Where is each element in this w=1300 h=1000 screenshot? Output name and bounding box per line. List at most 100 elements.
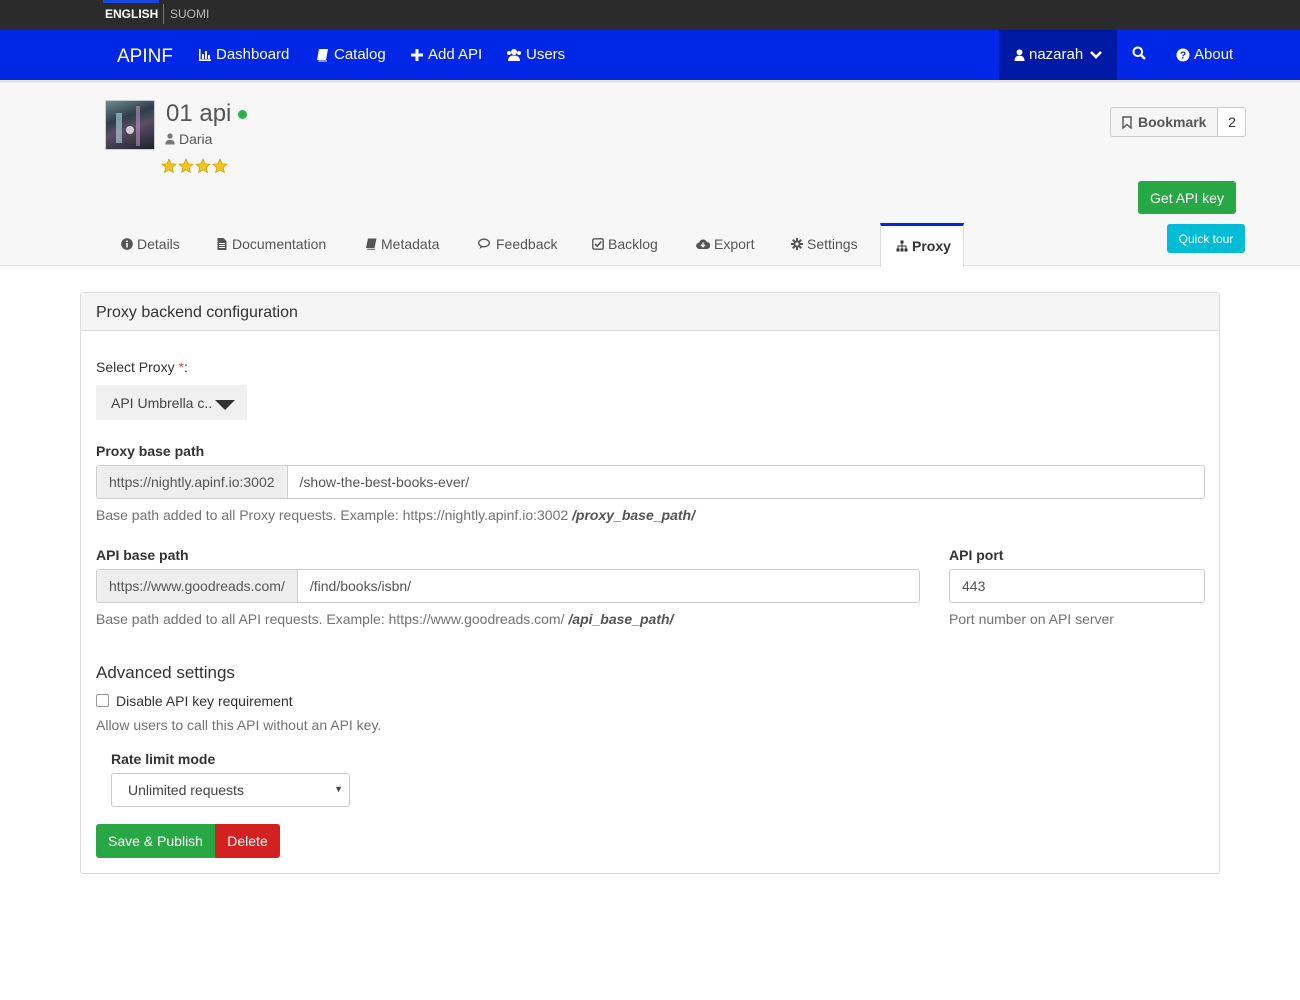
tab-backlog[interactable]: Backlog bbox=[592, 236, 658, 252]
question-circle-icon: ? bbox=[1176, 48, 1190, 61]
disable-api-key-help: Allow users to call this API without an … bbox=[96, 717, 382, 733]
api-base-path-prefix: https://www.goodreads.com/ bbox=[97, 570, 298, 602]
main-navbar: APINF Dashboard Catalog Add API Users na… bbox=[0, 30, 1300, 80]
proxy-base-path-prefix: https://nightly.apinf.io:3002 bbox=[97, 466, 288, 498]
api-owner: Daria bbox=[165, 131, 212, 147]
bookmark-count: 2 bbox=[1218, 108, 1246, 136]
api-base-path-input[interactable]: /find/books/isbn/ bbox=[297, 570, 919, 602]
plus-icon bbox=[411, 48, 423, 61]
book-icon bbox=[317, 48, 328, 61]
api-base-path-help: Base path added to all API requests. Exa… bbox=[96, 611, 674, 627]
tab-documentation[interactable]: Documentation bbox=[216, 236, 326, 252]
api-base-path-group: https://www.goodreads.com/ /find/books/i… bbox=[96, 569, 920, 603]
user-icon bbox=[165, 133, 175, 145]
api-port-input[interactable]: 443 bbox=[949, 569, 1205, 603]
star-icon[interactable] bbox=[212, 158, 228, 174]
tab-metadata[interactable]: Metadata bbox=[365, 236, 439, 252]
delete-button[interactable]: Delete bbox=[215, 824, 280, 858]
book-icon bbox=[366, 238, 377, 250]
user-menu-dropdown[interactable]: nazarah bbox=[999, 30, 1117, 80]
star-icon[interactable] bbox=[195, 158, 211, 174]
nav-add-api-label: Add API bbox=[428, 46, 483, 63]
api-owner-name: Daria bbox=[179, 131, 213, 147]
language-english-link[interactable]: ENGLISH bbox=[105, 7, 158, 21]
tab-details-label: Details bbox=[137, 236, 180, 252]
sitemap-icon bbox=[896, 240, 908, 252]
select-arrow-icon: ▼ bbox=[334, 784, 343, 794]
nav-catalog-label: Catalog bbox=[334, 46, 386, 63]
tab-feedback[interactable]: Feedback bbox=[478, 236, 557, 252]
tab-backlog-label: Backlog bbox=[608, 236, 658, 252]
bar-chart-icon bbox=[199, 48, 211, 61]
rate-limit-label: Rate limit mode bbox=[111, 751, 216, 767]
nav-add-api[interactable]: Add API bbox=[410, 46, 482, 63]
proxy-select-dropdown[interactable]: API Umbrella c.. bbox=[96, 385, 247, 420]
proxy-base-path-label: Proxy base path bbox=[96, 443, 205, 459]
panel-title: Proxy backend configuration bbox=[81, 293, 1219, 331]
nav-dashboard[interactable]: Dashboard bbox=[198, 46, 289, 63]
bookmark-icon bbox=[1122, 115, 1132, 129]
rate-limit-value: Unlimited requests bbox=[128, 782, 244, 798]
check-square-icon bbox=[592, 238, 604, 250]
tab-export-label: Export bbox=[714, 236, 755, 252]
language-suomi-link[interactable]: SUOMI bbox=[170, 7, 209, 21]
proxy-base-path-group: https://nightly.apinf.io:3002 /show-the-… bbox=[96, 465, 1205, 499]
tab-metadata-label: Metadata bbox=[381, 236, 440, 252]
active-language-indicator bbox=[103, 0, 159, 3]
tab-proxy[interactable]: Proxy bbox=[880, 223, 964, 267]
nav-about-label: About bbox=[1194, 46, 1234, 63]
file-icon bbox=[217, 238, 227, 250]
user-icon bbox=[1014, 48, 1025, 61]
tab-proxy-label: Proxy bbox=[912, 238, 951, 254]
tab-export[interactable]: Export bbox=[696, 236, 754, 252]
search-button[interactable] bbox=[1132, 46, 1146, 60]
api-logo-image bbox=[105, 100, 155, 150]
api-title: 01 api bbox=[166, 100, 232, 127]
caret-down-icon bbox=[215, 400, 235, 410]
star-icon[interactable] bbox=[178, 158, 194, 174]
user-menu-username: nazarah bbox=[1029, 46, 1084, 63]
api-port-help: Port number on API server bbox=[949, 611, 1114, 627]
language-bar: ENGLISH SUOMI bbox=[0, 0, 1300, 30]
bookmark-button[interactable]: Bookmark bbox=[1111, 108, 1219, 136]
bookmark-label: Bookmark bbox=[1138, 114, 1207, 130]
advanced-settings-title: Advanced settings bbox=[96, 663, 235, 682]
nav-users[interactable]: Users bbox=[506, 46, 565, 63]
api-status-indicator bbox=[238, 110, 247, 119]
select-proxy-label: Select Proxy *: bbox=[96, 359, 188, 375]
disable-api-key-checkbox[interactable] bbox=[96, 694, 109, 707]
api-base-path-label: API base path bbox=[96, 547, 189, 563]
users-icon bbox=[507, 48, 521, 61]
tab-documentation-label: Documentation bbox=[232, 236, 327, 252]
api-rating[interactable] bbox=[161, 158, 228, 174]
disable-api-key-label[interactable]: Disable API key requirement bbox=[116, 693, 293, 709]
save-publish-button[interactable]: Save & Publish bbox=[96, 824, 215, 858]
rate-limit-select[interactable]: Unlimited requests ▼ bbox=[111, 773, 350, 807]
quick-tour-button[interactable]: Quick tour bbox=[1167, 224, 1245, 253]
nav-dashboard-label: Dashboard bbox=[216, 46, 290, 63]
tab-settings[interactable]: Settings bbox=[791, 236, 858, 252]
brand-logo[interactable]: APINF bbox=[117, 46, 173, 68]
gear-icon bbox=[791, 238, 803, 250]
nav-about[interactable]: ? About bbox=[1176, 46, 1233, 63]
api-port-label: API port bbox=[949, 547, 1004, 563]
nav-catalog[interactable]: Catalog bbox=[316, 46, 386, 63]
bookmark-group: Bookmark 2 bbox=[1110, 107, 1247, 137]
star-icon[interactable] bbox=[161, 158, 177, 174]
language-divider bbox=[163, 4, 164, 24]
proxy-config-panel: Proxy backend configuration Select Proxy… bbox=[80, 292, 1220, 874]
cloud-download-icon bbox=[696, 239, 710, 250]
search-icon bbox=[1132, 46, 1146, 60]
chevron-down-icon bbox=[1089, 49, 1103, 61]
nav-users-label: Users bbox=[526, 46, 566, 63]
tab-settings-label: Settings bbox=[807, 236, 858, 252]
user-menu-toggle[interactable]: nazarah bbox=[1014, 46, 1083, 63]
proxy-base-path-input[interactable]: /show-the-best-books-ever/ bbox=[287, 466, 1204, 498]
tab-details[interactable]: Details bbox=[121, 236, 180, 252]
proxy-base-path-help: Base path added to all Proxy requests. E… bbox=[96, 507, 695, 523]
comments-icon bbox=[478, 238, 490, 249]
tab-feedback-label: Feedback bbox=[496, 236, 558, 252]
svg-text:?: ? bbox=[1180, 50, 1186, 61]
info-icon bbox=[121, 238, 133, 250]
get-api-key-button[interactable]: Get API key bbox=[1138, 181, 1236, 214]
